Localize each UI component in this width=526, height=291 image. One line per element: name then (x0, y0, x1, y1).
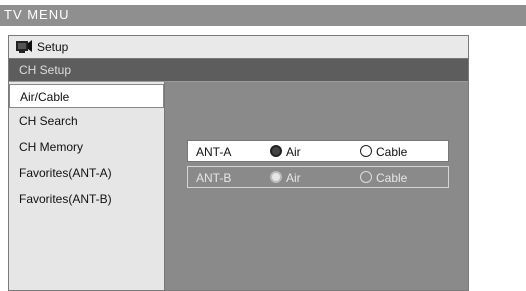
ant-a-air-radio[interactable] (270, 145, 282, 157)
menu-item-label: CH Search (19, 114, 78, 128)
ch-setup-menu: Air/Cable CH Search CH Memory Favorites(… (9, 82, 165, 290)
menu-item-label: Air/Cable (20, 90, 70, 104)
ant-a-row[interactable]: ANT-A Air Cable (187, 140, 449, 162)
ant-b-cable-label: Cable (376, 171, 408, 185)
menu-item-ch-memory[interactable]: CH Memory (9, 135, 164, 159)
ant-a-cable-label: Cable (376, 145, 408, 159)
air-cable-settings: ANT-A Air Cable ANT-B Air Cable (165, 82, 468, 290)
menu-item-label: Favorites(ANT-B) (19, 192, 112, 206)
ch-setup-label: CH Setup (19, 63, 72, 77)
menu-item-ch-search[interactable]: CH Search (9, 109, 164, 133)
setup-label: Setup (37, 40, 69, 54)
setup-panel: Setup CH Setup Air/Cable CH Search CH Me… (8, 35, 469, 291)
tv-menu-title-bar: TV MENU (0, 5, 526, 26)
menu-item-air-cable[interactable]: Air/Cable (9, 84, 164, 108)
tv-menu-title: TV MENU (4, 7, 70, 22)
ch-setup-header: CH Setup (9, 59, 468, 81)
ant-b-cable-radio[interactable] (360, 171, 372, 183)
menu-item-favorites-ant-b[interactable]: Favorites(ANT-B) (9, 187, 164, 211)
tv-setup-icon (16, 40, 32, 53)
ant-a-cable-radio[interactable] (360, 145, 372, 157)
menu-item-label: CH Memory (19, 140, 84, 154)
ant-b-air-label: Air (286, 171, 301, 185)
menu-item-favorites-ant-a[interactable]: Favorites(ANT-A) (9, 161, 164, 185)
menu-item-label: Favorites(ANT-A) (19, 166, 112, 180)
ant-b-label: ANT-B (196, 171, 232, 185)
ant-a-air-label: Air (286, 145, 301, 159)
ant-b-row[interactable]: ANT-B Air Cable (187, 166, 449, 188)
ant-a-label: ANT-A (196, 145, 232, 159)
ant-b-air-radio[interactable] (270, 171, 282, 183)
setup-header: Setup (9, 36, 468, 59)
